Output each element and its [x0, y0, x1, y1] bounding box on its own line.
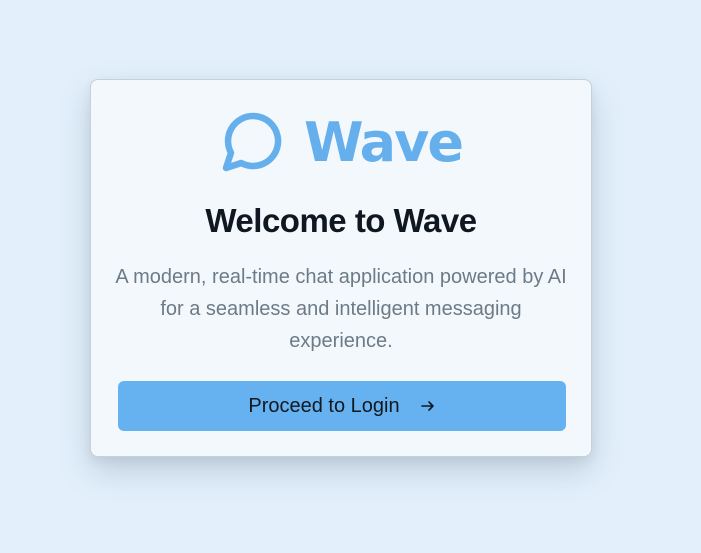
arrow-right-icon [420, 398, 436, 414]
brand-logo: Wave [91, 110, 591, 176]
welcome-card: Wave Welcome to Wave A modern, real-time… [90, 79, 592, 457]
proceed-to-login-button[interactable]: Proceed to Login [118, 381, 566, 431]
proceed-to-login-label: Proceed to Login [248, 394, 400, 417]
brand-name: Wave [304, 111, 464, 174]
page-title: Welcome to Wave [205, 202, 477, 239]
chat-bubble-icon [220, 110, 286, 176]
app-description: A modern, real-time chat application pow… [115, 266, 567, 352]
